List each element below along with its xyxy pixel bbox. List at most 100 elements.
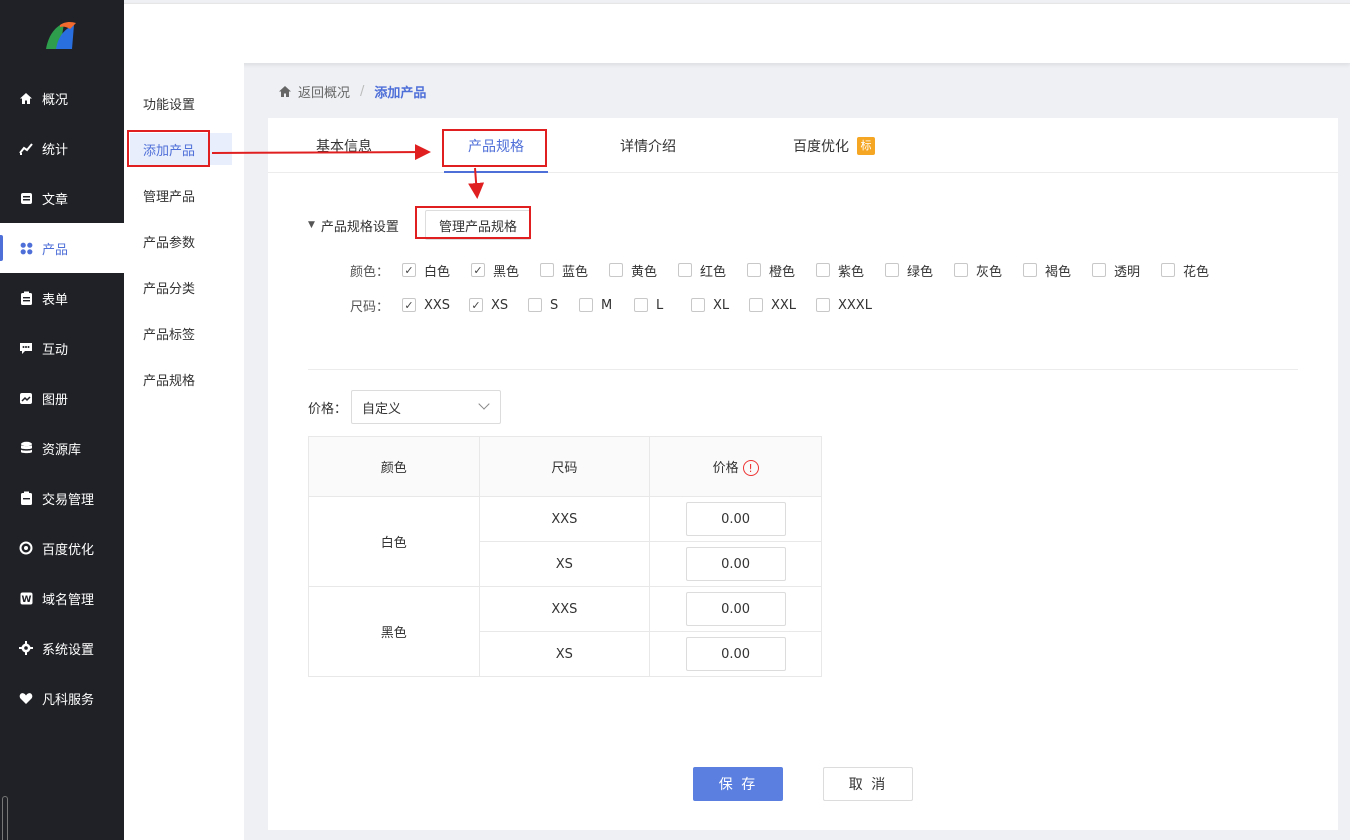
sidebar-item-grid[interactable]: 产品 — [0, 223, 124, 273]
checkbox-icon[interactable] — [749, 298, 763, 312]
subnav-item[interactable]: 产品规格 — [130, 363, 232, 395]
table-header-color: 颜色 — [308, 436, 480, 497]
option-label: XS — [491, 297, 509, 313]
subnav-item[interactable]: 产品标签 — [130, 317, 232, 349]
subnav-item[interactable]: 产品参数 — [130, 225, 232, 257]
option-checkbox[interactable]: 透明 — [1092, 261, 1161, 280]
checkbox-checked-icon[interactable]: ✓ — [471, 263, 485, 277]
tab-baidu-seo[interactable]: 百度优化 标 — [784, 118, 884, 173]
option-checkbox[interactable]: XXL — [749, 298, 816, 313]
checkbox-icon[interactable] — [816, 263, 830, 277]
content-card: 基本信息 产品规格 详情介绍 百度优化 标 ▼ 产品规格设置 管理产品规格 颜色… — [268, 118, 1338, 830]
option-checkbox[interactable]: XL — [691, 298, 749, 313]
checkbox-icon[interactable] — [885, 263, 899, 277]
sidebar-item-image[interactable]: 图册 — [0, 373, 124, 423]
size-options-row: 尺码： ✓ XXS ✓ XS S M L XL XXL XXXL — [350, 294, 886, 316]
checkbox-icon[interactable] — [1023, 263, 1037, 277]
table-header-row: 颜色 尺码 价格! — [308, 436, 822, 497]
checkbox-icon[interactable] — [579, 298, 593, 312]
breadcrumb-back-link[interactable]: 返回概况 — [298, 82, 350, 101]
tab-basic-info[interactable]: 基本信息 — [304, 118, 384, 173]
cell-size: XXS — [478, 496, 651, 542]
option-label: 绿色 — [907, 264, 934, 280]
checkbox-icon[interactable] — [540, 263, 554, 277]
sidebar-item-target[interactable]: 百度优化 — [0, 523, 124, 573]
sidebar-item-order[interactable]: 交易管理 — [0, 473, 124, 523]
price-input[interactable]: 0.00 — [685, 502, 786, 536]
option-checkbox[interactable]: 绿色 — [885, 261, 954, 280]
sidebar-item-label: 系统设置 — [42, 642, 95, 658]
option-checkbox[interactable]: ✓ 白色 — [402, 261, 471, 280]
option-checkbox[interactable]: ✓ 黑色 — [471, 261, 540, 280]
option-label: 白色 — [424, 264, 451, 280]
sidebar-item-chat[interactable]: 互动 — [0, 323, 124, 373]
checkbox-icon[interactable] — [816, 298, 830, 312]
option-checkbox[interactable]: 红色 — [678, 261, 747, 280]
cell-price: 0.00 — [649, 631, 822, 677]
option-checkbox[interactable]: 紫色 — [816, 261, 885, 280]
checkbox-icon[interactable] — [609, 263, 623, 277]
sidebar-item-heart[interactable]: 凡科服务 — [0, 673, 124, 723]
subnav-item[interactable]: 管理产品 — [130, 179, 232, 211]
tab-label: 基本信息 — [316, 138, 372, 155]
checkbox-icon[interactable] — [954, 263, 968, 277]
sidebar-item-domain[interactable]: W 域名管理 — [0, 573, 124, 623]
sidebar-item-document[interactable]: 文章 — [0, 173, 124, 223]
option-checkbox[interactable]: 黄色 — [609, 261, 678, 280]
option-checkbox[interactable]: XXXL — [816, 298, 886, 313]
app-logo[interactable] — [0, 0, 124, 72]
sidebar-item-chart-line[interactable]: 统计 — [0, 123, 124, 173]
price-mode-select[interactable]: 自定义 — [351, 390, 501, 424]
subnav-item[interactable]: 功能设置 — [130, 87, 232, 119]
price-input[interactable]: 0.00 — [685, 547, 786, 581]
subnav-item[interactable]: 产品分类 — [130, 271, 232, 303]
checkbox-icon[interactable] — [747, 263, 761, 277]
checkbox-checked-icon[interactable]: ✓ — [402, 263, 416, 277]
option-checkbox[interactable]: 蓝色 — [540, 261, 609, 280]
breadcrumb-current: 添加产品 — [374, 85, 427, 101]
checkbox-icon[interactable] — [634, 298, 648, 312]
top-header — [124, 3, 1350, 63]
option-checkbox[interactable]: S — [528, 298, 579, 313]
tab-detail[interactable]: 详情介绍 — [608, 118, 688, 173]
tab-product-spec[interactable]: 产品规格 — [444, 118, 548, 173]
home-icon[interactable] — [278, 85, 292, 98]
option-checkbox[interactable]: 灰色 — [954, 261, 1023, 280]
cell-price: 0.00 — [649, 496, 822, 542]
option-checkbox[interactable]: ✓ XXS — [402, 298, 469, 313]
checkbox-icon[interactable] — [528, 298, 542, 312]
clipboard-icon — [18, 290, 34, 306]
scrollbar-handle[interactable] — [2, 796, 8, 840]
sidebar-item-clipboard[interactable]: 表单 — [0, 273, 124, 323]
checkbox-icon[interactable] — [678, 263, 692, 277]
sidebar-item-label: 文章 — [42, 192, 69, 208]
sidebar-item-home[interactable]: 概况 — [0, 73, 124, 123]
cancel-button[interactable]: 取 消 — [823, 767, 913, 801]
checkbox-checked-icon[interactable]: ✓ — [469, 298, 483, 312]
price-input[interactable]: 0.00 — [685, 592, 786, 626]
checkbox-icon[interactable] — [691, 298, 705, 312]
price-mode-value: 自定义 — [362, 401, 402, 417]
option-checkbox[interactable]: 褐色 — [1023, 261, 1092, 280]
section-divider — [308, 369, 1298, 370]
sidebar-item-database[interactable]: 资源库 — [0, 423, 124, 473]
save-button[interactable]: 保 存 — [693, 767, 783, 801]
table-header-price: 价格! — [649, 436, 822, 497]
checkbox-icon[interactable] — [1092, 263, 1106, 277]
manage-spec-button[interactable]: 管理产品规格 — [425, 210, 531, 240]
sidebar-item-gear[interactable]: 系统设置 — [0, 623, 124, 673]
spec-section-toggle[interactable]: ▼ 产品规格设置 — [308, 214, 399, 236]
option-checkbox[interactable]: M — [579, 298, 634, 313]
warning-icon[interactable]: ! — [742, 460, 759, 477]
option-label: 透明 — [1114, 264, 1141, 280]
option-checkbox[interactable]: 花色 — [1161, 261, 1230, 280]
price-input[interactable]: 0.00 — [685, 637, 786, 671]
checkbox-icon[interactable] — [1161, 263, 1175, 277]
checkbox-checked-icon[interactable]: ✓ — [402, 298, 416, 312]
option-checkbox[interactable]: ✓ XS — [469, 298, 528, 313]
option-checkbox[interactable]: L — [634, 298, 691, 313]
option-checkbox[interactable]: 橙色 — [747, 261, 816, 280]
subnav-item[interactable]: 添加产品 — [130, 133, 232, 165]
header-text: 尺码 — [551, 461, 578, 476]
svg-text:W: W — [21, 595, 31, 605]
